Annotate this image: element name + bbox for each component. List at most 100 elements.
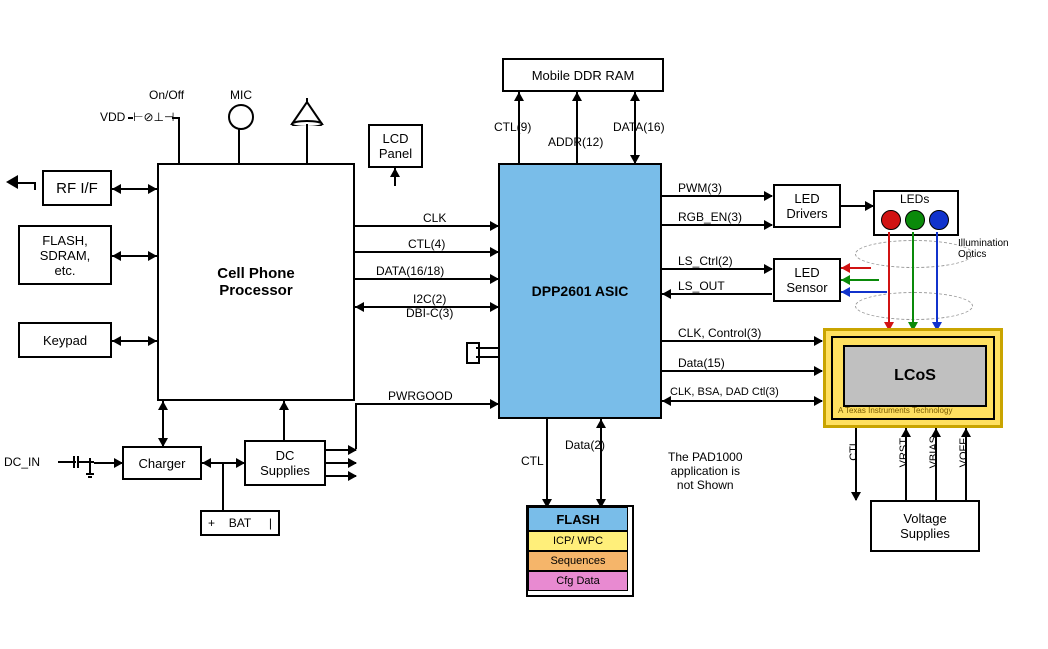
- data2-label: Data(2): [565, 438, 605, 452]
- lcd-panel-label: LCD Panel: [379, 131, 412, 161]
- line: [355, 403, 357, 449]
- led-red-icon: [881, 210, 901, 230]
- line: [546, 419, 548, 507]
- arrowhead: [112, 336, 121, 346]
- arrowhead: [814, 336, 823, 346]
- arrowhead: [112, 251, 121, 261]
- arrowhead: [279, 401, 289, 410]
- ctl9-label: CTL(9): [494, 120, 531, 134]
- memory-block: FLASH, SDRAM, etc.: [18, 225, 112, 285]
- keypad-label: Keypad: [43, 333, 87, 348]
- vbias-label: VBIAS: [928, 436, 940, 468]
- arrowhead: [596, 419, 606, 428]
- charger-block: Charger: [122, 446, 202, 480]
- line: [178, 117, 180, 163]
- arrowhead: [514, 92, 524, 101]
- flash-seq: Sequences: [550, 555, 605, 567]
- arrowhead: [148, 336, 157, 346]
- bat-plus: +: [208, 516, 215, 530]
- voltage-block: Voltage Supplies: [870, 500, 980, 552]
- crystal-icon: [466, 342, 480, 364]
- arrowhead: [158, 438, 168, 447]
- flash-cfg: Cfg Data: [556, 575, 599, 587]
- clkctrl3-label: CLK, Control(3): [678, 326, 761, 340]
- arrowhead: [901, 428, 911, 437]
- mobile-ddr-label: Mobile DDR RAM: [532, 68, 635, 83]
- ctl-lcos-label: CTL: [848, 440, 860, 461]
- arrowhead: [348, 471, 357, 481]
- ctl-flash-label: CTL: [521, 454, 544, 468]
- voff-label: VOFF: [958, 438, 970, 467]
- line: [306, 124, 308, 163]
- arrowhead: [572, 92, 582, 101]
- dcin-label: DC_IN: [4, 455, 40, 469]
- ctl4-label: CTL(4): [408, 237, 445, 251]
- flash-seq-row: Sequences: [528, 551, 628, 571]
- line: [576, 92, 578, 163]
- arrowhead: [202, 458, 211, 468]
- leds-label: LEDs: [900, 192, 929, 206]
- line: [855, 428, 857, 500]
- battery-block: + BAT |: [200, 510, 280, 536]
- arrowhead: [348, 458, 357, 468]
- line: [662, 224, 772, 226]
- mic-icon: [228, 104, 254, 130]
- arrowhead: [630, 92, 640, 101]
- data16-label: DATA(16): [613, 120, 665, 134]
- antenna-icon: [6, 175, 18, 189]
- rfif-block: RF I/F: [42, 170, 112, 206]
- line: [662, 293, 772, 295]
- arrowhead: [841, 275, 850, 285]
- line: [222, 462, 224, 510]
- rfif-label: RF I/F: [56, 180, 98, 197]
- mobile-ddr-block: Mobile DDR RAM: [502, 58, 664, 92]
- illum-label: Illumination Optics: [958, 238, 1009, 260]
- line: [355, 251, 498, 253]
- lcos-label: LCoS: [894, 367, 936, 385]
- charger-label: Charger: [139, 456, 186, 471]
- flash-icp-row: ICP/ WPC: [528, 531, 628, 551]
- optics-ellipse2: [855, 292, 973, 320]
- flash-title: FLASH: [556, 512, 599, 527]
- arrowhead: [841, 263, 850, 273]
- led-green-icon: [905, 210, 925, 230]
- note-label: The PAD1000 application is not Shown: [668, 450, 743, 492]
- dc-supplies-block: DC Supplies: [244, 440, 326, 486]
- processor-label: Cell Phone Processor: [217, 265, 295, 299]
- keypad-block: Keypad: [18, 322, 112, 358]
- i2c-label: I2C(2) DBI-C(3): [406, 292, 453, 320]
- arrowhead: [764, 264, 773, 274]
- green-light-line: [912, 232, 914, 330]
- mic-label: MIC: [230, 88, 252, 102]
- lsctrl2-label: LS_Ctrl(2): [678, 254, 733, 268]
- line: [662, 370, 822, 372]
- connector-icon: [58, 450, 108, 483]
- led-drivers-block: LED Drivers: [773, 184, 841, 228]
- led-sensor-label: LED Sensor: [786, 265, 827, 295]
- line: [476, 347, 498, 349]
- bat-minus: |: [269, 516, 272, 530]
- arrowhead: [814, 366, 823, 376]
- lcd-panel-block: LCD Panel: [368, 124, 423, 168]
- arrowhead: [148, 184, 157, 194]
- data15-label: Data(15): [678, 356, 725, 370]
- led-sensor-block: LED Sensor: [773, 258, 841, 302]
- dc-supplies-label: DC Supplies: [260, 448, 310, 478]
- switch-symbol: ⊢⊘⊥⊣: [133, 110, 174, 124]
- pwm3-label: PWM(3): [678, 181, 722, 195]
- vrst-label: VRST: [898, 438, 910, 467]
- line: [600, 419, 602, 507]
- data1618-label: DATA(16/18): [376, 264, 444, 278]
- clkbsa-label: CLK, BSA, DAD Ctl(3): [670, 386, 779, 398]
- line: [128, 117, 133, 119]
- arrowhead: [851, 492, 861, 501]
- clk-label: CLK: [423, 211, 446, 225]
- vdd-label: VDD: [100, 110, 125, 124]
- arrowhead: [158, 401, 168, 410]
- arrowhead: [764, 191, 773, 201]
- line: [34, 182, 36, 190]
- led-blue-icon: [929, 210, 949, 230]
- bat-label: BAT: [229, 516, 251, 530]
- line: [662, 268, 772, 270]
- arrowhead: [112, 184, 121, 194]
